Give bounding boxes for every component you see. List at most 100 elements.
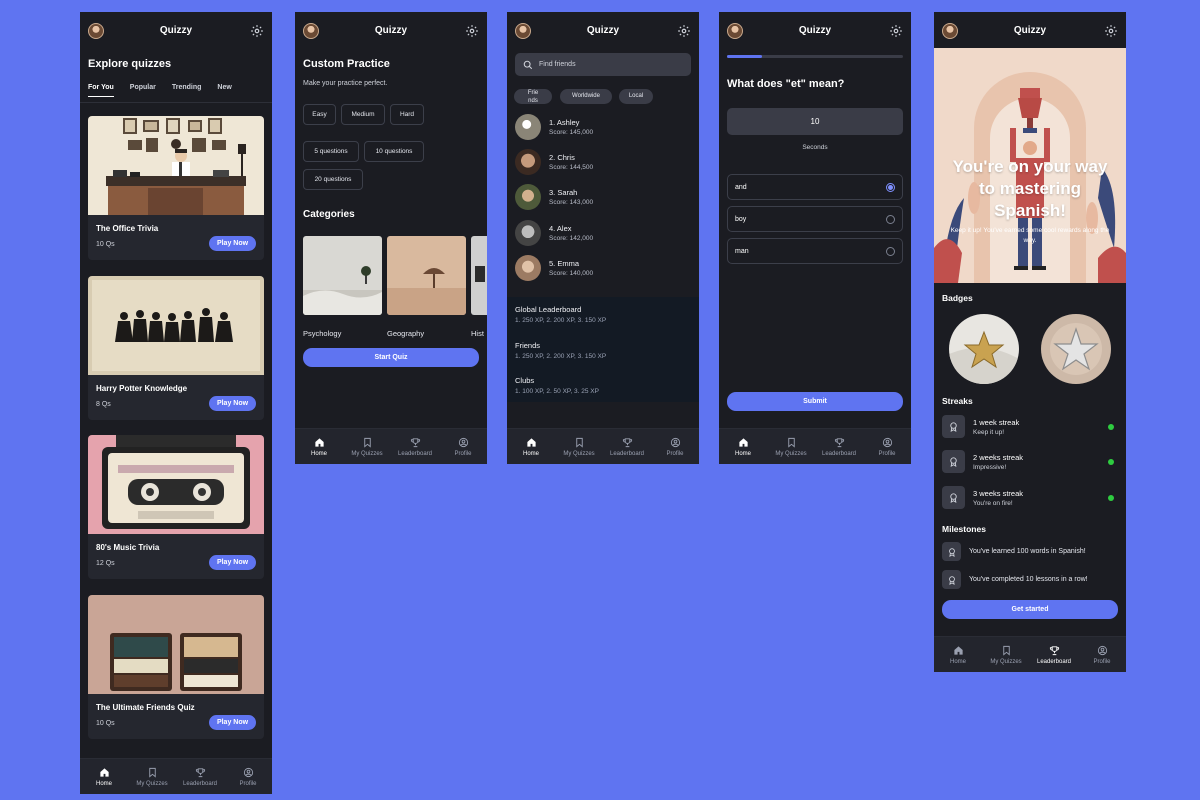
nav-leaderboard[interactable]: Leaderboard — [815, 429, 863, 464]
filter-local[interactable]: Local — [619, 89, 653, 104]
nav-profile[interactable]: Profile — [651, 429, 699, 464]
length-20[interactable]: 20 questions — [303, 169, 363, 190]
gear-icon[interactable] — [677, 24, 691, 38]
nav-label: Home — [522, 450, 539, 457]
start-quiz-button[interactable]: Start Quiz — [303, 348, 479, 367]
category-psychology[interactable]: Psychology — [303, 236, 382, 338]
nav-profile[interactable]: Profile — [863, 429, 911, 464]
search-input[interactable]: Find friends — [515, 53, 691, 76]
play-now-button[interactable]: Play Now — [209, 236, 256, 251]
nav-profile[interactable]: Profile — [224, 759, 272, 794]
nav-my-quizzes[interactable]: My Quizzes — [767, 429, 815, 464]
friend-row[interactable]: 3. Sarah Score: 143,000 — [515, 184, 593, 210]
board-values: 1. 100 XP, 2. 50 XP, 3. 25 XP — [515, 388, 599, 395]
friend-name: 1. Ashley — [549, 118, 580, 127]
tab-bar: For You Popular Trending New — [88, 84, 232, 97]
tab-popular[interactable]: Popular — [130, 84, 156, 97]
avatar[interactable] — [727, 23, 743, 39]
nav-my-quizzes[interactable]: My Quizzes — [343, 429, 391, 464]
board-title[interactable]: Friends — [515, 341, 540, 350]
avatar[interactable] — [88, 23, 104, 39]
friend-row[interactable]: 5. Emma Score: 140,000 — [515, 255, 593, 281]
filter-friends[interactable]: Frie nds — [514, 89, 552, 104]
gear-icon[interactable] — [465, 24, 479, 38]
gold-star-badge[interactable] — [949, 314, 1019, 384]
board-title[interactable]: Global Leaderboard — [515, 305, 581, 314]
play-now-button[interactable]: Play Now — [209, 715, 256, 730]
trophy-icon — [1049, 645, 1059, 655]
avatar[interactable] — [303, 23, 319, 39]
board-title[interactable]: Clubs — [515, 376, 534, 385]
cassette-illustration — [88, 435, 264, 534]
nav-home[interactable]: Home — [934, 637, 982, 672]
home-icon — [314, 437, 324, 447]
nav-profile[interactable]: Profile — [439, 429, 487, 464]
category-geography[interactable]: Geography — [387, 236, 466, 338]
categories-heading: Categories — [303, 209, 355, 220]
top-bar: Quizzy — [507, 12, 699, 48]
streak-item[interactable]: 1 week streak Keep it up! — [942, 415, 1118, 439]
star-badge-icon — [1041, 314, 1111, 384]
nav-my-quizzes[interactable]: My Quizzes — [555, 429, 603, 464]
tab-new[interactable]: New — [217, 84, 231, 97]
difficulty-hard[interactable]: Hard — [390, 104, 424, 125]
quiz-title: The Ultimate Friends Quiz — [96, 703, 195, 712]
nav-label: Profile — [239, 780, 257, 787]
gear-icon[interactable] — [1104, 24, 1118, 38]
avatar[interactable] — [942, 23, 958, 39]
milestone-item: You've learned 100 words in Spanish! — [942, 542, 1118, 562]
streak-title: 2 weeks streak — [973, 453, 1024, 462]
nav-leaderboard[interactable]: Leaderboard — [391, 429, 439, 464]
streak-item[interactable]: 3 weeks streak You're on fire! — [942, 486, 1118, 510]
avatar[interactable] — [515, 23, 531, 39]
length-5[interactable]: 5 questions — [303, 141, 359, 162]
friend-row[interactable]: 2. Chris Score: 144,500 — [515, 149, 593, 175]
nav-leaderboard[interactable]: Leaderboard — [1030, 637, 1078, 672]
quiz-card-friends[interactable]: The Ultimate Friends Quiz 10 Qs Play Now — [88, 595, 264, 739]
friend-row[interactable]: 1. Ashley Score: 145,000 — [515, 114, 593, 140]
submit-button[interactable]: Submit — [727, 392, 903, 411]
home-icon — [953, 645, 963, 655]
nav-profile[interactable]: Profile — [1078, 637, 1126, 672]
divider — [80, 102, 272, 103]
nav-home[interactable]: Home — [507, 429, 555, 464]
gear-icon[interactable] — [250, 24, 264, 38]
length-10[interactable]: 10 questions — [364, 141, 424, 162]
nav-my-quizzes[interactable]: My Quizzes — [982, 637, 1030, 672]
history-image — [471, 236, 487, 315]
nav-leaderboard[interactable]: Leaderboard — [176, 759, 224, 794]
nav-my-quizzes[interactable]: My Quizzes — [128, 759, 176, 794]
search-placeholder: Find friends — [539, 61, 576, 68]
streak-item[interactable]: 2 weeks streak Impressive! — [942, 450, 1118, 474]
streak-title: 3 weeks streak — [973, 489, 1024, 498]
play-now-button[interactable]: Play Now — [209, 555, 256, 570]
filter-worldwide[interactable]: Worldwide — [560, 89, 612, 104]
get-started-button[interactable]: Get started — [942, 600, 1118, 619]
tab-trending[interactable]: Trending — [172, 84, 202, 97]
friend-avatar — [515, 184, 541, 210]
quiz-card-80s-music[interactable]: 80's Music Trivia 12 Qs Play Now — [88, 435, 264, 579]
friends-screen: Quizzy Find friends Frie nds Worldwide L… — [507, 12, 699, 464]
trophy-icon — [622, 437, 632, 447]
answer-option-man[interactable]: man — [727, 238, 903, 264]
quiz-card-office[interactable]: The Office Trivia 10 Qs Play Now — [88, 116, 264, 260]
play-now-button[interactable]: Play Now — [209, 396, 256, 411]
nav-home[interactable]: Home — [719, 429, 767, 464]
gear-icon[interactable] — [889, 24, 903, 38]
option-label: man — [735, 247, 749, 255]
answer-option-boy[interactable]: boy — [727, 206, 903, 232]
quiz-card-harry-potter[interactable]: Harry Potter Knowledge 8 Qs Play Now — [88, 276, 264, 420]
trophy-icon — [834, 437, 844, 447]
difficulty-medium[interactable]: Medium — [341, 104, 385, 125]
friend-row[interactable]: 4. Alex Score: 142,000 — [515, 220, 593, 246]
nav-home[interactable]: Home — [80, 759, 128, 794]
tab-for-you[interactable]: For You — [88, 84, 114, 97]
difficulty-easy[interactable]: Easy — [303, 104, 336, 125]
quiz-count: 10 Qs — [96, 720, 115, 727]
silver-star-badge[interactable] — [1041, 314, 1111, 384]
nav-leaderboard[interactable]: Leaderboard — [603, 429, 651, 464]
category-history[interactable]: Hist — [471, 236, 487, 338]
option-label: and — [735, 183, 747, 191]
nav-home[interactable]: Home — [295, 429, 343, 464]
answer-option-and[interactable]: and — [727, 174, 903, 200]
